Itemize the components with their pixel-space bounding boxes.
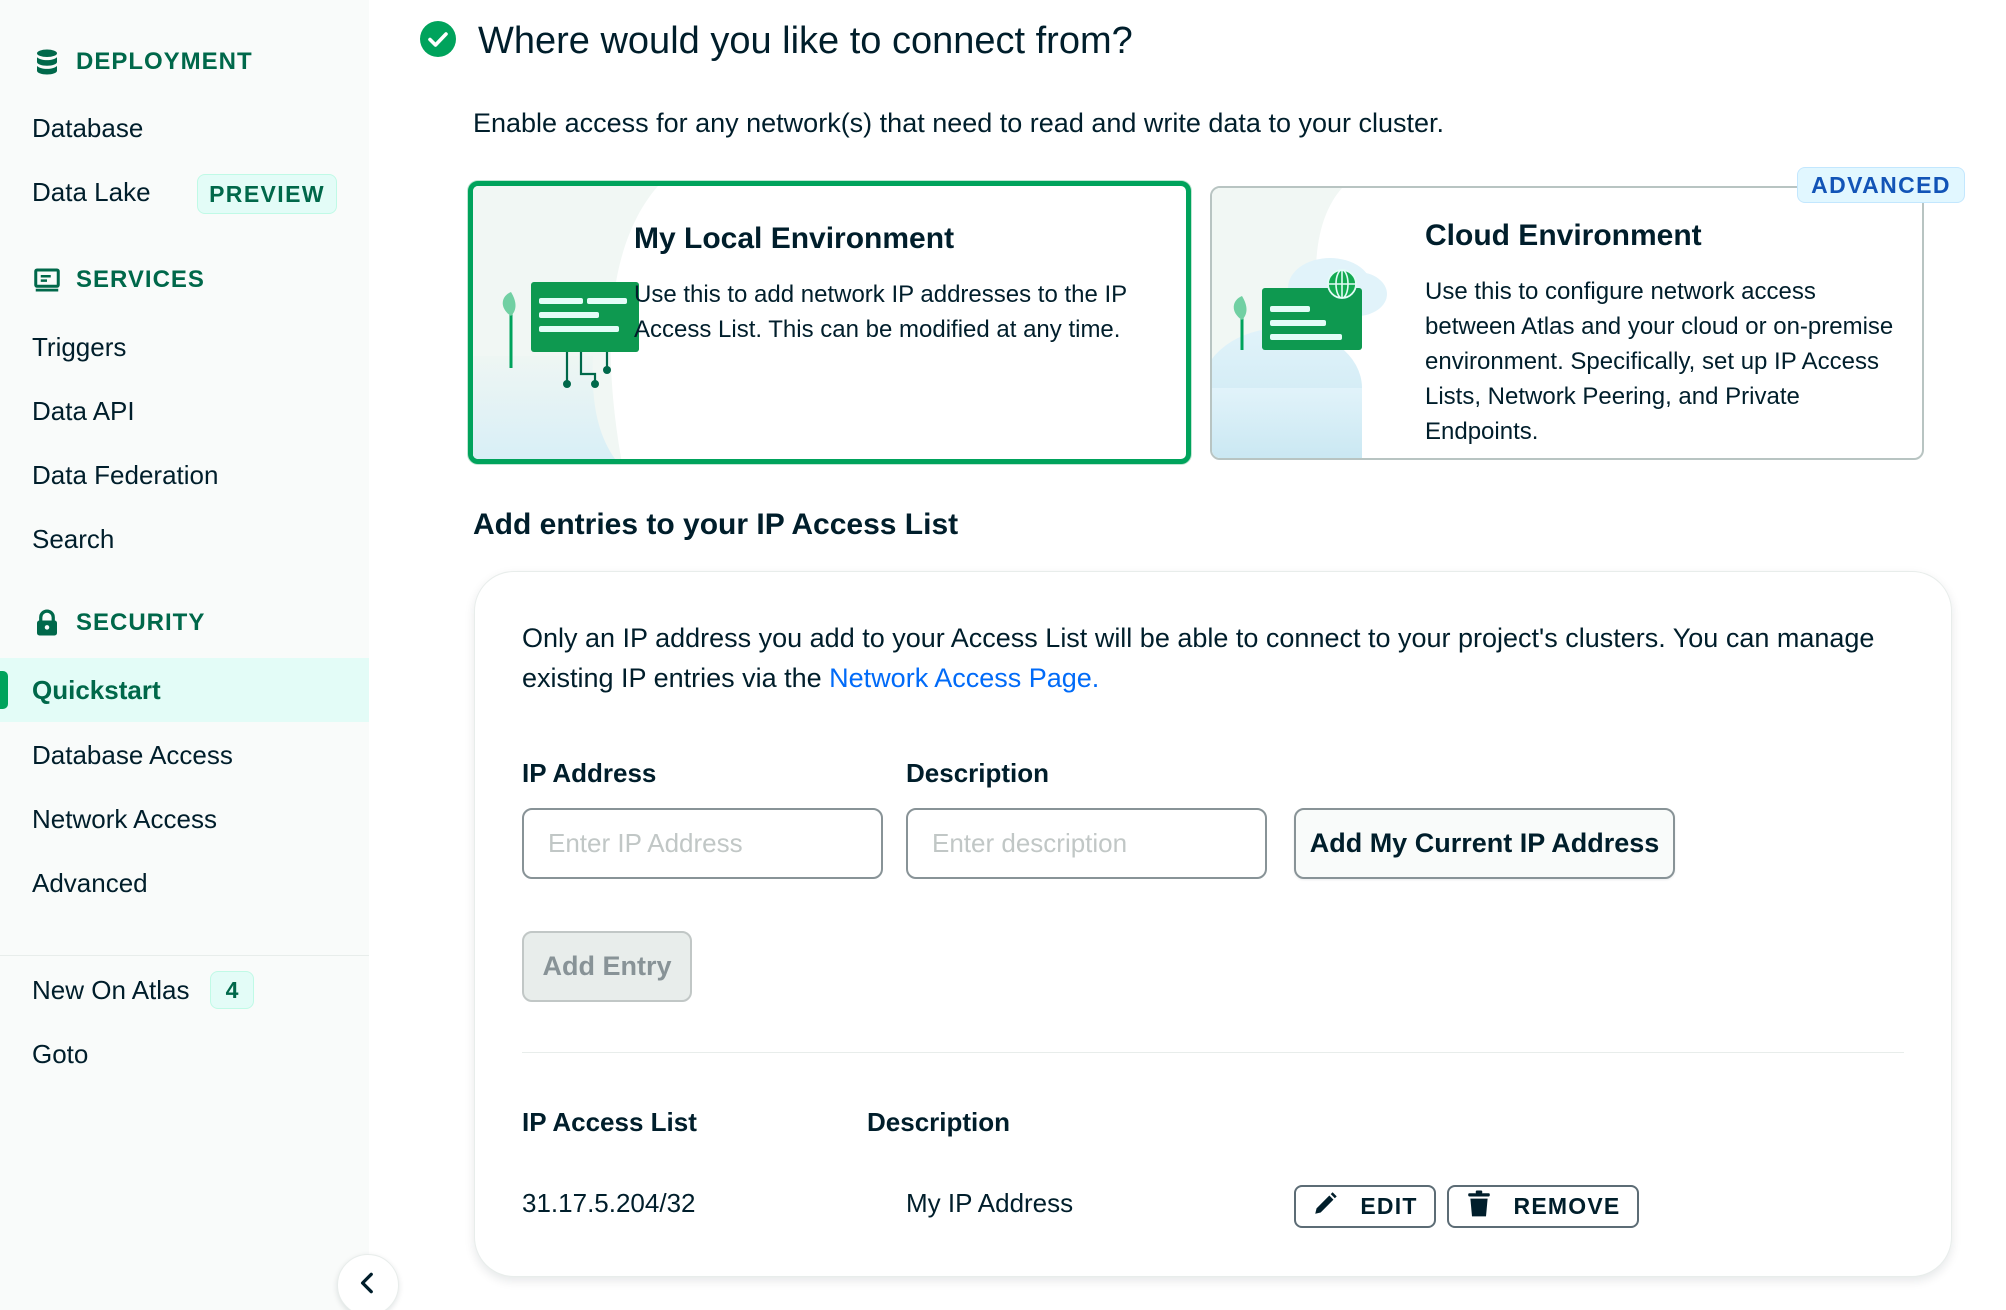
add-entry-button[interactable]: Add Entry [522, 931, 692, 1002]
sidebar-item-advanced[interactable]: Advanced [32, 868, 148, 899]
new-count-badge: 4 [210, 971, 254, 1009]
section-header-label: DEPLOYMENT [76, 48, 253, 75]
sidebar: DEPLOYMENT Database Data Lake PREVIEW SE… [0, 0, 369, 1310]
edit-entry-button[interactable]: EDIT [1294, 1185, 1436, 1228]
cloud-environment-card[interactable]: Cloud Environment Use this to configure … [1210, 186, 1924, 460]
section-header-services: SERVICES [32, 265, 205, 295]
sidebar-item-new-on-atlas[interactable]: New On Atlas [32, 975, 190, 1006]
cloud-environment-illustration [1212, 188, 1387, 458]
local-environment-title: My Local Environment [634, 222, 955, 255]
network-access-page-link[interactable]: Network Access Page. [829, 663, 1099, 693]
trash-icon [1466, 1190, 1492, 1224]
pencil-icon [1312, 1191, 1338, 1223]
chevron-left-icon [355, 1270, 381, 1301]
section-header-deployment: DEPLOYMENT [32, 47, 253, 77]
sidebar-divider [0, 955, 369, 956]
panel-divider [522, 1052, 1904, 1053]
local-environment-card[interactable]: My Local Environment Use this to add net… [468, 181, 1191, 464]
ip-address-label: IP Address [522, 758, 657, 788]
section-header-label: SECURITY [76, 609, 206, 636]
ip-access-section-title: Add entries to your IP Access List [473, 508, 959, 541]
active-item-indicator [0, 671, 8, 709]
sidebar-item-database-access[interactable]: Database Access [32, 740, 233, 771]
page-header: Where would you like to connect from? [420, 20, 1133, 63]
cloud-environment-title: Cloud Environment [1425, 219, 1702, 252]
edit-label: EDIT [1360, 1193, 1418, 1219]
sidebar-item-database[interactable]: Database [32, 113, 143, 144]
page-subtitle: Enable access for any network(s) that ne… [473, 108, 1445, 138]
ip-access-list-header: IP Access List [522, 1107, 697, 1137]
description-column-header: Description [867, 1107, 1011, 1137]
services-icon [32, 265, 62, 295]
sidebar-item-data-api[interactable]: Data API [32, 396, 135, 427]
entry-description: My IP Address [906, 1188, 1074, 1218]
check-circle-icon [420, 21, 456, 62]
section-header-security: SECURITY [32, 608, 205, 638]
database-stack-icon [32, 47, 62, 77]
sidebar-item-goto[interactable]: Goto [32, 1039, 88, 1070]
description-input[interactable] [906, 808, 1267, 879]
remove-entry-button[interactable]: REMOVE [1447, 1185, 1639, 1228]
section-header-label: SERVICES [76, 266, 205, 293]
sidebar-item-search[interactable]: Search [32, 524, 114, 555]
lock-icon [32, 608, 62, 638]
description-label: Description [906, 758, 1050, 788]
preview-badge: PREVIEW [197, 174, 337, 214]
add-current-ip-button[interactable]: Add My Current IP Address [1294, 808, 1675, 879]
intro-text: Only an IP address you add to your Acces… [522, 623, 1875, 693]
advanced-badge: ADVANCED [1797, 167, 1965, 203]
sidebar-item-quickstart[interactable]: Quickstart [32, 675, 161, 706]
ip-address-input[interactable] [522, 808, 883, 879]
sidebar-item-data-lake[interactable]: Data Lake [32, 177, 151, 208]
sidebar-item-triggers[interactable]: Triggers [32, 332, 126, 363]
local-environment-description: Use this to add network IP addresses to … [634, 281, 1127, 343]
collapse-sidebar-button[interactable] [337, 1254, 399, 1310]
ip-access-intro: Only an IP address you add to your Acces… [522, 618, 1922, 698]
cloud-environment-description: Use this to configure network access bet… [1425, 278, 1894, 445]
sidebar-item-data-federation[interactable]: Data Federation [32, 460, 218, 491]
page-title: Where would you like to connect from? [478, 20, 1133, 62]
remove-label: REMOVE [1513, 1193, 1621, 1219]
entry-ip-address: 31.17.5.204/32 [522, 1188, 696, 1218]
sidebar-item-network-access[interactable]: Network Access [32, 804, 217, 835]
